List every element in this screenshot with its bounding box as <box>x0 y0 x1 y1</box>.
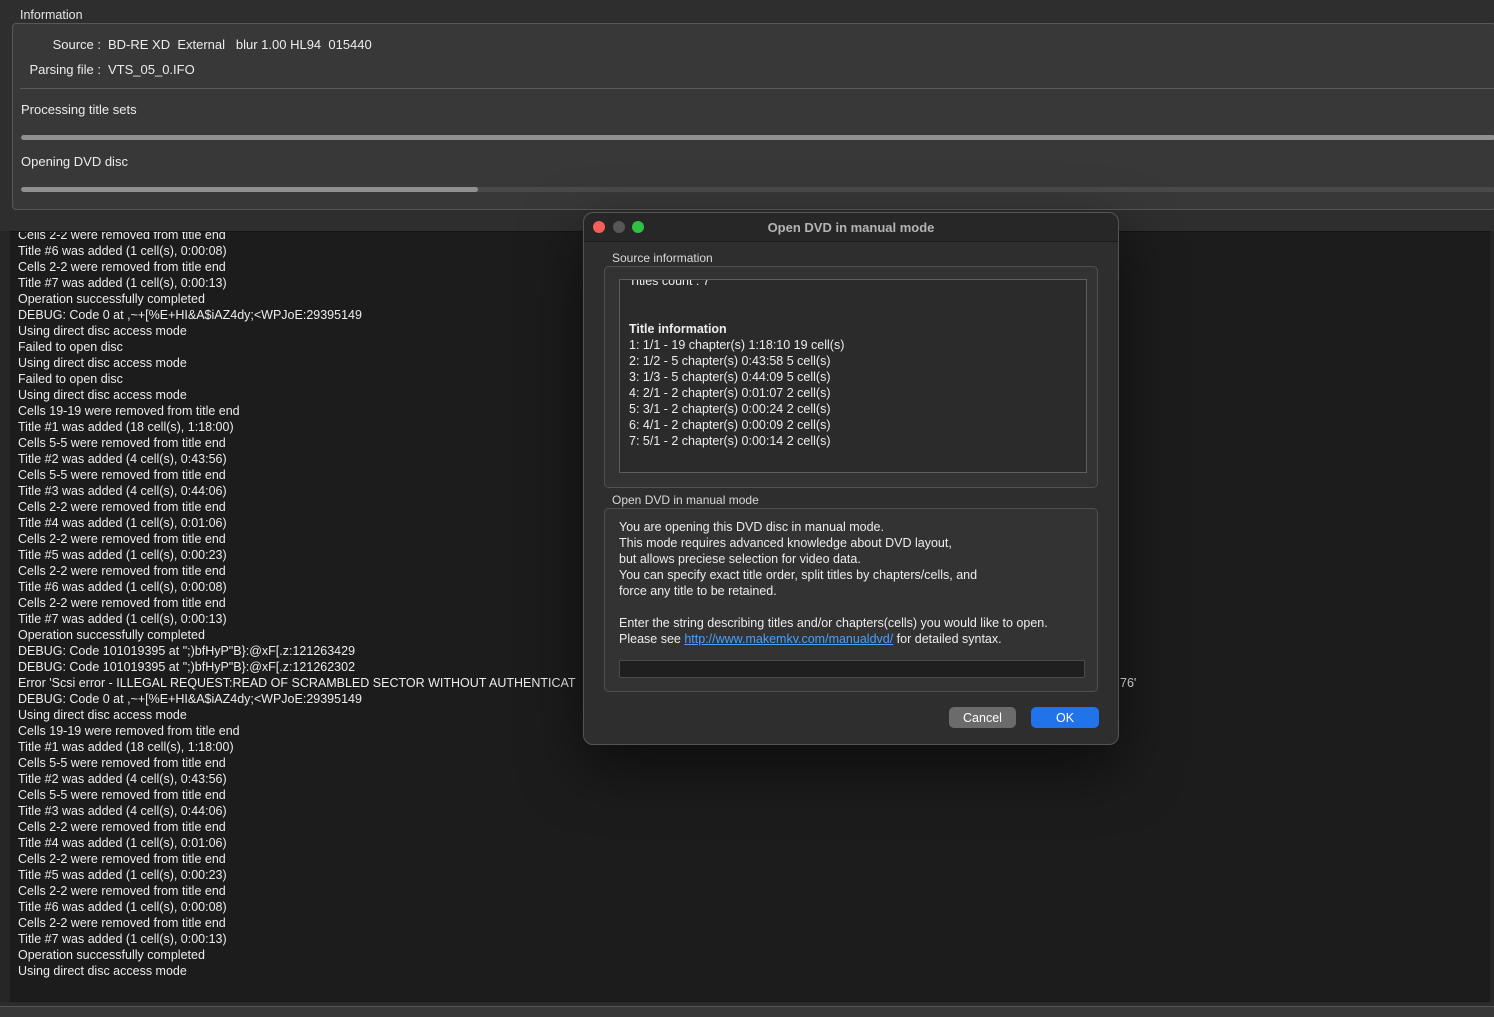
dialog-title: Open DVD in manual mode <box>584 220 1118 235</box>
see-syntax-line: Please see http://www.makemkv.com/manual… <box>619 631 1087 647</box>
bottom-strip-inner <box>0 1006 1494 1017</box>
title-information-header: Title information <box>629 321 1086 337</box>
manual-mode-text: You are opening this DVD disc in manual … <box>619 519 1087 647</box>
parsing-file-value: VTS_05_0.IFO <box>108 62 195 77</box>
spacer <box>629 305 1086 321</box>
manual-mode-lines: You are opening this DVD disc in manual … <box>619 519 1087 631</box>
title-info-line: 2: 1/2 - 5 chapter(s) 0:43:58 5 cell(s) <box>629 353 1086 369</box>
manual-mode-group-box: You are opening this DVD disc in manual … <box>604 508 1098 692</box>
progress-bar-title-sets <box>21 135 1494 140</box>
log-line: Title #4 was added (1 cell(s), 0:01:06) <box>18 835 1490 851</box>
cancel-button[interactable]: Cancel <box>949 707 1016 728</box>
progress-fill <box>21 187 478 192</box>
source-information-group-box: Titles count : 7 Title information 1: 1/… <box>604 266 1098 488</box>
see-suffix: for detailed syntax. <box>893 632 1001 646</box>
log-line: Cells 5-5 were removed from title end <box>18 755 1490 771</box>
dialog-text-line: force any title to be retained. <box>619 583 1087 599</box>
manual-mode-label: Open DVD in manual mode <box>612 493 759 507</box>
information-group-box: Source : BD-RE XD External blur 1.00 HL9… <box>12 23 1494 210</box>
title-info-line: 4: 2/1 - 2 chapter(s) 0:01:07 2 cell(s) <box>629 385 1086 401</box>
source-information-label: Source information <box>612 251 713 265</box>
manualdvd-link[interactable]: http://www.makemkv.com/manualdvd/ <box>684 632 893 646</box>
dialog-text-line: This mode requires advanced knowledge ab… <box>619 535 1087 551</box>
dialog-open-dvd-manual: Open DVD in manual mode Source informati… <box>583 212 1119 745</box>
ok-button[interactable]: OK <box>1031 707 1099 728</box>
parsing-file-label: Parsing file : <box>17 62 101 77</box>
separator <box>20 88 1494 89</box>
spacer <box>629 289 1086 305</box>
dialog-text-line: but allows preciese selection for video … <box>619 551 1087 567</box>
log-line: Title #6 was added (1 cell(s), 0:00:08) <box>18 899 1490 915</box>
app-window: Information Source : BD-RE XD External b… <box>0 0 1494 1017</box>
log-line: Operation successfully completed <box>18 947 1490 963</box>
log-line: Title #2 was added (4 cell(s), 0:43:56) <box>18 771 1490 787</box>
information-panel: Information Source : BD-RE XD External b… <box>0 0 1494 231</box>
bottom-strip <box>0 1002 1494 1017</box>
log-line: Title #3 was added (4 cell(s), 0:44:06) <box>18 803 1490 819</box>
log-line: Title #7 was added (1 cell(s), 0:00:13) <box>18 931 1490 947</box>
see-prefix: Please see <box>619 632 684 646</box>
progress-bar-opening-dvd <box>21 187 1494 192</box>
log-line: Using direct disc access mode <box>18 963 1490 979</box>
source-value: BD-RE XD External blur 1.00 HL94 015440 <box>108 37 372 52</box>
title-info-textarea[interactable]: Titles count : 7 Title information 1: 1/… <box>619 279 1087 473</box>
log-line: Cells 2-2 were removed from title end <box>18 915 1490 931</box>
information-group-label: Information <box>20 8 83 22</box>
dialog-titlebar[interactable]: Open DVD in manual mode <box>584 213 1118 242</box>
title-info-line: 1: 1/1 - 19 chapter(s) 1:18:10 19 cell(s… <box>629 337 1086 353</box>
source-label: Source : <box>17 37 101 52</box>
title-info-line: 5: 3/1 - 2 chapter(s) 0:00:24 2 cell(s) <box>629 401 1086 417</box>
title-info-line: 3: 1/3 - 5 chapter(s) 0:44:09 5 cell(s) <box>629 369 1086 385</box>
task-label-title-sets: Processing title sets <box>21 102 137 117</box>
task-label-opening-dvd: Opening DVD disc <box>21 154 128 169</box>
log-line: Title #5 was added (1 cell(s), 0:00:23) <box>18 867 1490 883</box>
dialog-text-line: You can specify exact title order, split… <box>619 567 1087 583</box>
title-info-content: Titles count : 7 Title information 1: 1/… <box>629 279 1086 449</box>
progress-fill <box>21 135 1494 140</box>
log-line: Cells 2-2 were removed from title end <box>18 819 1490 835</box>
log-line: Cells 2-2 were removed from title end <box>18 851 1490 867</box>
title-info-line: 6: 4/1 - 2 chapter(s) 0:00:09 2 cell(s) <box>629 417 1086 433</box>
log-line: Cells 5-5 were removed from title end <box>18 787 1490 803</box>
dialog-text-line <box>619 599 1087 615</box>
log-line: Cells 2-2 were removed from title end <box>18 883 1490 899</box>
dialog-text-line: You are opening this DVD disc in manual … <box>619 519 1087 535</box>
title-info-line: 7: 5/1 - 2 chapter(s) 0:00:14 2 cell(s) <box>629 433 1086 449</box>
dialog-text-line: Enter the string describing titles and/o… <box>619 615 1087 631</box>
log-error-line-fragment: 76' <box>1120 675 1136 691</box>
titles-count: Titles count : 7 <box>629 279 1086 289</box>
title-info-list: 1: 1/1 - 19 chapter(s) 1:18:10 19 cell(s… <box>629 337 1086 449</box>
manual-string-input[interactable] <box>619 660 1085 678</box>
